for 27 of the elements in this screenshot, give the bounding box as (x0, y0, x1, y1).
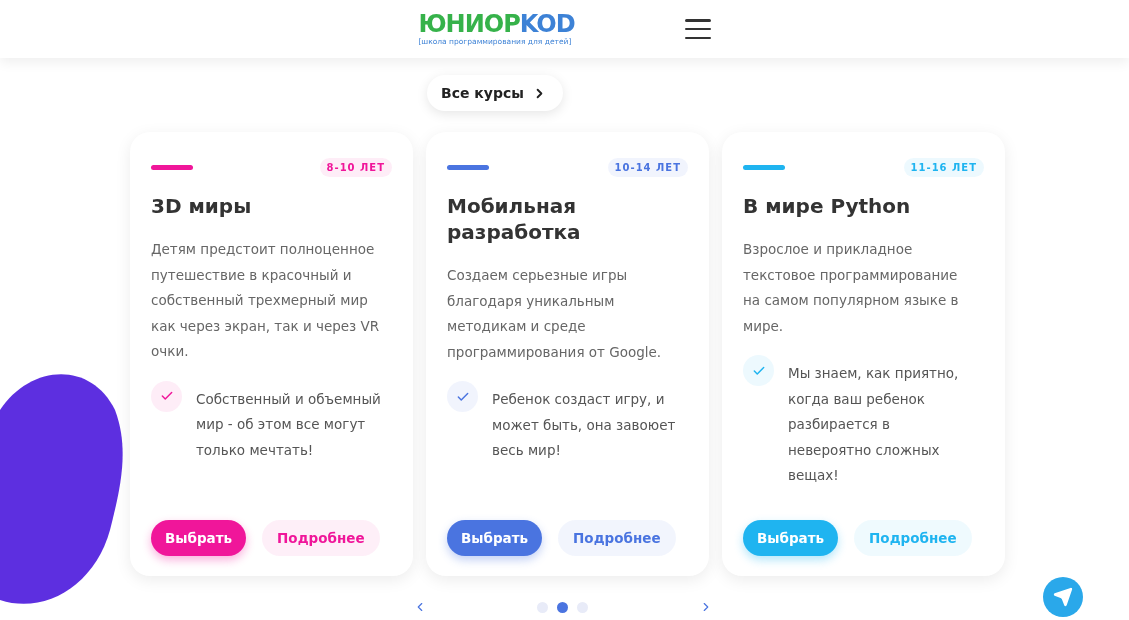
feature-text: Ребенок создаст игру, и может быть, она завоюет весь мир! (492, 390, 677, 460)
age-badge: 10-14 ЛЕТ (607, 157, 688, 177)
feature-text: Мы знаем, как приятно, когда ваш ребенок разбирается в невероятно сложных вещах! (788, 364, 960, 485)
course-description: Взрослое и прикладное текстовое программирование на самом популярном языке в мире. (743, 240, 960, 336)
age-badge: 11-16 ЛЕТ (903, 157, 984, 177)
choose-button[interactable]: Выбрать (151, 520, 247, 556)
paper-plane-icon (1053, 587, 1073, 607)
check-icon (151, 380, 182, 412)
details-button[interactable]: Подробнее (262, 520, 380, 556)
pagination-dot[interactable] (557, 601, 568, 613)
choose-button[interactable]: Выбрать (743, 520, 839, 556)
course-title: Мобильная разработка (447, 193, 582, 245)
details-button[interactable]: Подробнее (558, 520, 676, 556)
course-title: В мире Python (743, 193, 912, 219)
feature-text: Собственный и объемный мир - об этом все могут только мечтать! (196, 389, 381, 460)
logo-wordmark[interactable]: ЮНИОРKOD (418, 11, 575, 37)
menu-icon[interactable] (684, 19, 711, 39)
details-button[interactable]: Подробнее (854, 520, 972, 556)
check-icon (743, 355, 774, 386)
telegram-button[interactable] (1043, 577, 1083, 617)
age-badge: 8-10 ЛЕТ (319, 157, 392, 177)
course-description: Создаем серьезные игры благодаря уникальным методикам и среде программирования от Google. (447, 266, 663, 362)
course-title: 3D миры (151, 193, 253, 219)
check-icon (447, 381, 478, 412)
choose-button[interactable]: Выбрать (447, 520, 543, 556)
course-description: Детям предстоит полноценное путешествие в красочный и собственный трехмерный мир как через экран, так и через VR очки. (151, 240, 381, 361)
all-courses-button[interactable]: Все курсы (427, 75, 563, 111)
